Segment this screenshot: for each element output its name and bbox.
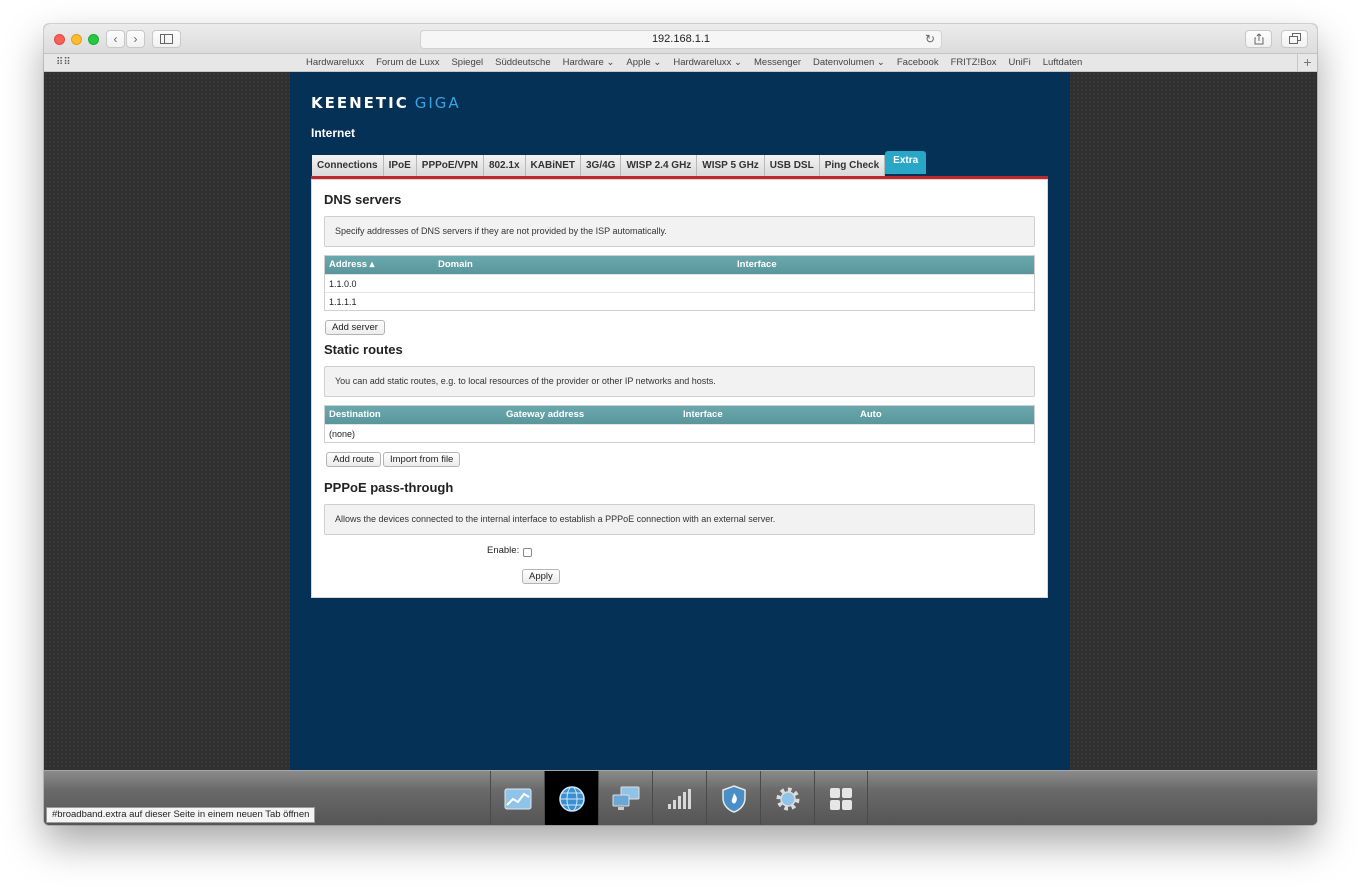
extra-panel: DNS servers Specify addresses of DNS ser… (311, 179, 1048, 598)
bookmark-item[interactable]: FRITZ!Box (951, 54, 997, 72)
enable-checkbox[interactable] (523, 548, 532, 557)
pppoe-section-title: PPPoE pass-through (324, 480, 454, 495)
tab-usb-dsl[interactable]: USB DSL (764, 155, 820, 176)
bookmark-item[interactable]: Apple ⌄ (626, 54, 661, 72)
routes-table: Destination Gateway address Interface Au… (324, 405, 1035, 443)
dock-wifi[interactable] (652, 771, 706, 825)
dns-info-box: Specify addresses of DNS servers if they… (324, 216, 1035, 247)
bookmarks-bar: ⠿⠿ Hardwareluxx Forum de Luxx Spiegel Sü… (44, 54, 1317, 72)
bookmark-item[interactable]: UniFi (1009, 54, 1031, 72)
apps-grid-icon (830, 787, 852, 810)
bookmark-item[interactable]: Süddeutsche (495, 54, 550, 72)
tab-connections[interactable]: Connections (312, 155, 384, 176)
column-interface[interactable]: Interface (683, 406, 723, 424)
bookmark-item[interactable]: Luftdaten (1043, 54, 1083, 72)
bookmark-item[interactable]: Datenvolumen ⌄ (813, 54, 885, 72)
add-route-button[interactable]: Add route (326, 452, 382, 467)
tab-3g4g[interactable]: 3G/4G (580, 155, 622, 176)
tab-ping-check[interactable]: Ping Check (819, 155, 886, 176)
wifi-signal-icon (667, 788, 691, 809)
import-from-file-button[interactable]: Import from file (383, 452, 461, 467)
dock-monitor[interactable] (490, 771, 544, 825)
table-row-empty: (none) (325, 424, 1034, 442)
router-ui: KEENETIC GIGA Internet Connections IPoE P… (290, 72, 1070, 770)
tabs-icon (1288, 33, 1301, 44)
bookmark-item[interactable]: Facebook (897, 54, 939, 72)
column-address[interactable]: Address ▴ (329, 256, 374, 274)
column-domain[interactable]: Domain (438, 256, 473, 274)
bookmark-item[interactable]: Hardware ⌄ (563, 54, 615, 72)
dns-table: Address ▴ Domain Interface 1.1.0.0 1.1.1… (324, 255, 1035, 311)
minimize-window-button[interactable] (71, 34, 82, 45)
close-window-button[interactable] (54, 34, 65, 45)
table-row[interactable]: 1.1.0.0 (325, 274, 1034, 292)
share-button[interactable] (1245, 30, 1272, 48)
tab-pppoe-vpn[interactable]: PPPoE/VPN (416, 155, 484, 176)
dock-settings[interactable] (760, 771, 814, 825)
top-sites-grid-icon[interactable]: ⠿⠿ (56, 57, 71, 68)
title-bar: ‹ › 192.168.1.1 ↻ (44, 24, 1317, 54)
tab-wisp-5[interactable]: WISP 5 GHz (697, 155, 765, 176)
brand-name: KEENETIC (311, 94, 409, 112)
zoom-window-button[interactable] (88, 34, 99, 45)
column-interface[interactable]: Interface (737, 256, 777, 274)
page-content: KEENETIC GIGA Internet Connections IPoE P… (44, 72, 1317, 770)
dock-apps[interactable] (814, 771, 868, 825)
bookmark-list: Hardwareluxx Forum de Luxx Spiegel Südde… (306, 54, 1082, 72)
bookmark-item[interactable]: Hardwareluxx (306, 54, 364, 72)
new-tab-button[interactable]: + (1297, 54, 1317, 72)
dock-security[interactable] (706, 771, 760, 825)
dns-table-header: Address ▴ Domain Interface (325, 256, 1034, 274)
keenetic-logo: KEENETIC GIGA (311, 94, 461, 112)
url-text: 192.168.1.1 (651, 33, 711, 45)
routes-info-box: You can add static routes, e.g. to local… (324, 366, 1035, 397)
dns-section-title: DNS servers (324, 192, 402, 207)
column-destination[interactable]: Destination (329, 406, 381, 424)
forward-button[interactable]: › (126, 30, 145, 48)
bookmark-item[interactable]: Messenger (754, 54, 801, 72)
tab-wisp-24[interactable]: WISP 2.4 GHz (621, 155, 698, 176)
add-server-button[interactable]: Add server (325, 320, 385, 335)
pppoe-info-box: Allows the devices connected to the inte… (324, 504, 1035, 535)
brand-model: GIGA (414, 94, 461, 112)
back-button[interactable]: ‹ (106, 30, 125, 48)
tab-ipoe[interactable]: IPoE (383, 155, 417, 176)
settings-gear-icon (776, 787, 799, 810)
reload-icon[interactable]: ↻ (925, 31, 935, 48)
browser-window: ‹ › 192.168.1.1 ↻ ⠿⠿ Hardwareluxx Forum … (44, 24, 1317, 825)
table-row[interactable]: 1.1.1.1 (325, 292, 1034, 310)
address-bar[interactable]: 192.168.1.1 ↻ (420, 30, 942, 49)
tab-bar: Connections IPoE PPPoE/VPN 802.1x KABiNE… (312, 151, 927, 176)
bookmark-item[interactable]: Hardwareluxx ⌄ (673, 54, 742, 72)
column-auto[interactable]: Auto (860, 406, 882, 424)
share-icon (1254, 33, 1263, 45)
column-gateway[interactable]: Gateway address (506, 406, 584, 424)
routes-table-header: Destination Gateway address Interface Au… (325, 406, 1034, 424)
home-network-icon (612, 786, 639, 810)
tab-extra[interactable]: Extra (885, 151, 927, 174)
routes-section-title: Static routes (324, 342, 403, 357)
sidebar-toggle-button[interactable] (152, 30, 181, 48)
internet-globe-icon (558, 785, 585, 812)
bookmark-item[interactable]: Forum de Luxx (376, 54, 439, 72)
page-title: Internet (311, 126, 356, 140)
sidebar-icon (160, 34, 173, 44)
tab-8021x[interactable]: 802.1x (483, 155, 526, 176)
enable-label: Enable: (487, 545, 520, 556)
bookmark-item[interactable]: Spiegel (451, 54, 483, 72)
tab-kabinet[interactable]: KABiNET (525, 155, 581, 176)
dock-internet[interactable] (544, 771, 598, 825)
apply-button[interactable]: Apply (522, 569, 560, 584)
dock-home-network[interactable] (598, 771, 652, 825)
security-shield-icon (721, 784, 746, 813)
monitor-icon (504, 788, 531, 809)
tabs-overview-button[interactable] (1281, 30, 1308, 48)
link-status-hint: #broadband.extra auf dieser Seite in ein… (46, 807, 316, 823)
